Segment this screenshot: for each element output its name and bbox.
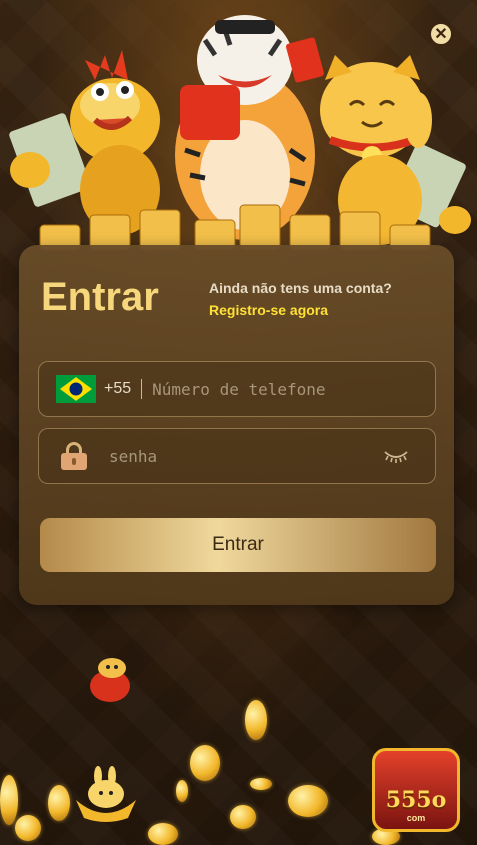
no-account-text: Ainda não tens uma conta? bbox=[209, 280, 392, 296]
red-pouch-icon bbox=[90, 658, 130, 702]
eye-closed-icon[interactable] bbox=[383, 448, 409, 464]
brand-logo-sub: com bbox=[406, 813, 426, 823]
coin-decoration bbox=[190, 745, 220, 781]
coin-decoration bbox=[245, 700, 267, 740]
dragon-mascot bbox=[70, 50, 160, 235]
register-link[interactable]: Registro-se agora bbox=[209, 302, 328, 318]
coin-decoration bbox=[288, 785, 328, 817]
login-button[interactable]: Entrar bbox=[40, 518, 436, 572]
password-field bbox=[38, 428, 436, 484]
coin-decoration bbox=[250, 778, 272, 790]
password-input[interactable] bbox=[109, 446, 359, 466]
coin-decoration bbox=[48, 785, 70, 821]
coin-decoration bbox=[176, 780, 188, 802]
brazil-flag-icon[interactable] bbox=[56, 375, 96, 403]
coin-decoration bbox=[230, 805, 256, 829]
coin-decoration bbox=[15, 815, 41, 841]
close-button[interactable]: ✕ bbox=[429, 22, 453, 46]
phone-field: +55 bbox=[38, 361, 436, 417]
close-icon: ✕ bbox=[434, 26, 448, 43]
login-title: Entrar bbox=[41, 275, 159, 319]
coin-decoration bbox=[148, 823, 178, 845]
gold-ingot-rabbit-icon bbox=[76, 766, 136, 822]
lock-icon bbox=[61, 442, 87, 470]
divider bbox=[141, 379, 143, 399]
login-card: Entrar Ainda não tens uma conta? Registr… bbox=[19, 245, 454, 605]
brand-logo-text: 555o bbox=[385, 787, 447, 813]
phone-input[interactable] bbox=[152, 379, 413, 399]
country-code[interactable]: +55 bbox=[104, 380, 131, 398]
coin-decoration bbox=[0, 775, 18, 825]
brand-logo: 555o com bbox=[372, 748, 460, 832]
